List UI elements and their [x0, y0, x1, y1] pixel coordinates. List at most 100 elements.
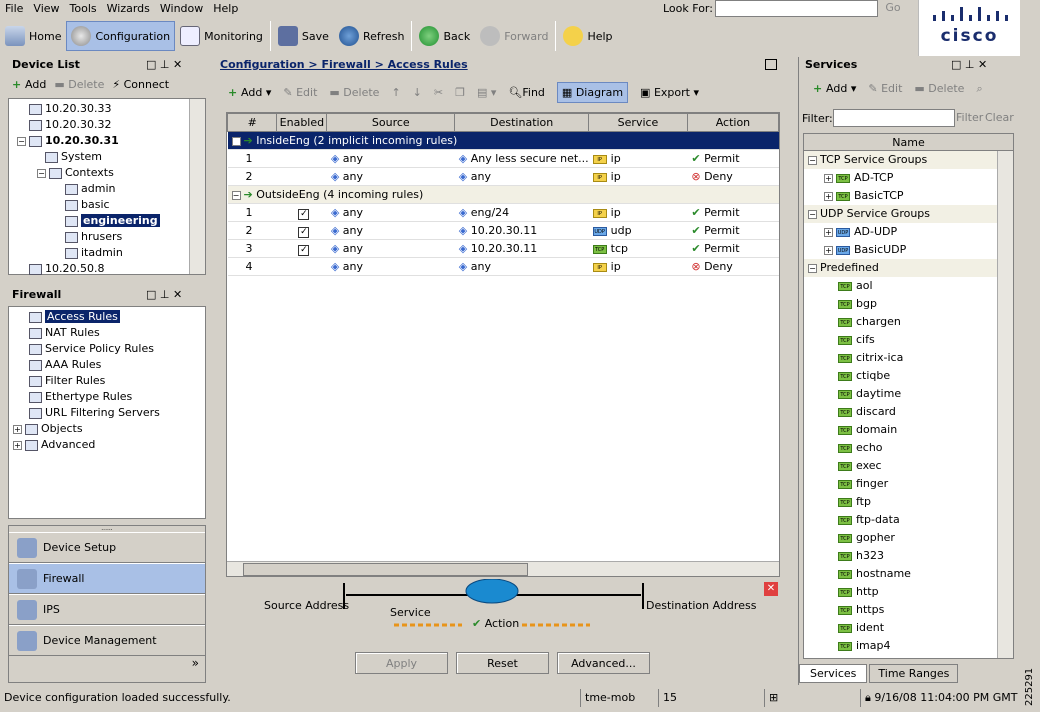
- device-tree-item[interactable]: 10.20.30.33: [9, 101, 205, 117]
- advanced-button[interactable]: Advanced...: [557, 652, 650, 674]
- service-item[interactable]: TCP citrix-ica: [804, 349, 1013, 367]
- menu-file[interactable]: File: [0, 2, 28, 15]
- firewall-tree-item[interactable]: + Advanced: [9, 437, 205, 453]
- device-tree-item[interactable]: admin: [9, 181, 205, 197]
- service-item[interactable]: TCP gopher: [804, 529, 1013, 547]
- rule-edit-button[interactable]: ✎ Edit: [283, 86, 317, 99]
- paste-icon[interactable]: ▤ ▾: [477, 86, 496, 99]
- back-button[interactable]: Back: [414, 21, 475, 51]
- collapse-icon[interactable]: −: [808, 263, 817, 273]
- move-down-icon[interactable]: ↓: [413, 86, 422, 99]
- column-header[interactable]: Source: [326, 113, 456, 132]
- expand-icon[interactable]: +: [824, 191, 833, 201]
- expand-icon[interactable]: +: [824, 245, 833, 255]
- service-item[interactable]: TCP ftp: [804, 493, 1013, 511]
- service-item[interactable]: TCP https: [804, 601, 1013, 619]
- diagram-button[interactable]: ▦ Diagram: [556, 82, 629, 103]
- column-header[interactable]: Service: [588, 113, 688, 132]
- service-add-button[interactable]: + Add ▾: [813, 82, 856, 96]
- firewall-tree-item[interactable]: Service Policy Rules: [9, 341, 205, 357]
- service-group[interactable]: − UDP Service Groups: [804, 205, 1013, 223]
- service-item[interactable]: TCP cifs: [804, 331, 1013, 349]
- firewall-tree-item[interactable]: AAA Rules: [9, 357, 205, 373]
- service-edit-button[interactable]: ✎ Edit: [868, 82, 902, 96]
- device-tree-item[interactable]: System: [9, 149, 205, 165]
- enabled-checkbox[interactable]: ✓: [298, 208, 310, 220]
- collapse-icon[interactable]: −: [231, 136, 241, 146]
- collapse-icon[interactable]: −: [808, 209, 817, 219]
- nav-ips[interactable]: IPS: [9, 594, 205, 625]
- column-header[interactable]: #: [227, 113, 278, 132]
- panel-window-controls[interactable]: □ ⊥ ✕: [951, 58, 987, 71]
- device-tree-item[interactable]: − 10.20.30.31: [9, 133, 205, 149]
- service-group-item[interactable]: + UDP AD-UDP: [804, 223, 1013, 241]
- firewall-tree-item[interactable]: NAT Rules: [9, 325, 205, 341]
- expand-icon[interactable]: +: [824, 173, 833, 183]
- rule-group-row[interactable]: − ➔ InsideEng (2 implicit incoming rules): [227, 131, 779, 150]
- device-connect-button[interactable]: ⚡ Connect: [112, 78, 169, 91]
- menu-window[interactable]: Window: [155, 2, 208, 15]
- filter-input[interactable]: [833, 109, 955, 127]
- panel-window-controls[interactable]: □ ⊥ ✕: [146, 58, 182, 71]
- service-group-item[interactable]: + TCP AD-TCP: [804, 169, 1013, 187]
- device-list-scrollbar[interactable]: [189, 99, 205, 274]
- tab-services[interactable]: Services: [799, 664, 868, 683]
- service-item[interactable]: TCP ctiqbe: [804, 367, 1013, 385]
- collapse-icon[interactable]: −: [808, 155, 817, 165]
- go-button[interactable]: Go: [878, 1, 908, 16]
- horizontal-scrollbar[interactable]: [227, 561, 779, 576]
- service-group[interactable]: − TCP Service Groups: [804, 151, 1013, 169]
- panel-window-controls[interactable]: □ ⊥ ✕: [146, 288, 182, 301]
- nav-firewall[interactable]: Firewall: [9, 563, 205, 594]
- device-tree-item[interactable]: 10.20.30.32: [9, 117, 205, 133]
- service-item[interactable]: TCP discard: [804, 403, 1013, 421]
- device-tree-item[interactable]: − Contexts: [9, 165, 205, 181]
- chevron-down-icon[interactable]: »: [9, 656, 205, 670]
- find-button[interactable]: 🔍︎Find: [508, 86, 545, 99]
- filter-button[interactable]: Filter: [956, 111, 983, 124]
- configuration-button[interactable]: Configuration: [66, 21, 176, 51]
- device-tree-item[interactable]: hrusers: [9, 229, 205, 245]
- service-item[interactable]: TCP h323: [804, 547, 1013, 565]
- service-item[interactable]: TCP imap4: [804, 637, 1013, 655]
- device-tree-item[interactable]: engineering: [9, 213, 205, 229]
- service-item[interactable]: TCP echo: [804, 439, 1013, 457]
- column-header[interactable]: Enabled: [276, 113, 328, 132]
- service-item[interactable]: TCP http: [804, 583, 1013, 601]
- menu-view[interactable]: View: [28, 2, 64, 15]
- collapse-icon[interactable]: −: [37, 168, 46, 178]
- service-group[interactable]: − Predefined: [804, 259, 1013, 277]
- device-tree-item[interactable]: basic: [9, 197, 205, 213]
- service-item[interactable]: TCP ftp-data: [804, 511, 1013, 529]
- move-up-icon[interactable]: ↑: [391, 86, 400, 99]
- service-item[interactable]: TCP aol: [804, 277, 1013, 295]
- apply-button[interactable]: Apply: [355, 652, 448, 674]
- service-item[interactable]: TCP chargen: [804, 313, 1013, 331]
- firewall-tree-item[interactable]: Filter Rules: [9, 373, 205, 389]
- save-button[interactable]: Save: [273, 21, 334, 51]
- expand-icon[interactable]: +: [13, 440, 22, 450]
- service-delete-button[interactable]: ▬ Delete: [914, 82, 964, 96]
- rule-row[interactable]: 3 ✓ ◈ any ◈ 10.20.30.11 TCP tcp ✔ Permit: [227, 239, 779, 258]
- rule-row[interactable]: 2 ◈ any ◈ any IP ip ⊗ Deny: [227, 167, 779, 186]
- rule-delete-button[interactable]: ▬ Delete: [329, 86, 379, 99]
- search-icon[interactable]: ⌕: [976, 82, 982, 96]
- service-item[interactable]: TCP domain: [804, 421, 1013, 439]
- maximize-icon[interactable]: [765, 59, 777, 70]
- device-add-button[interactable]: + Add: [12, 78, 46, 91]
- firewall-tree-item[interactable]: URL Filtering Servers: [9, 405, 205, 421]
- device-delete-button[interactable]: ▬ Delete: [54, 78, 104, 91]
- firewall-tree-item[interactable]: + Objects: [9, 421, 205, 437]
- reset-button[interactable]: Reset: [456, 652, 549, 674]
- device-tree-item[interactable]: 10.20.50.8: [9, 261, 205, 277]
- monitoring-button[interactable]: Monitoring: [175, 21, 268, 51]
- service-item[interactable]: TCP exec: [804, 457, 1013, 475]
- enabled-checkbox[interactable]: ✓: [298, 244, 310, 256]
- column-header[interactable]: Destination: [454, 113, 590, 132]
- enabled-checkbox[interactable]: ✓: [298, 226, 310, 238]
- service-item[interactable]: TCP daytime: [804, 385, 1013, 403]
- service-item[interactable]: TCP finger: [804, 475, 1013, 493]
- service-item[interactable]: TCP hostname: [804, 565, 1013, 583]
- column-header[interactable]: Action: [686, 113, 779, 132]
- firewall-tree-item[interactable]: Ethertype Rules: [9, 389, 205, 405]
